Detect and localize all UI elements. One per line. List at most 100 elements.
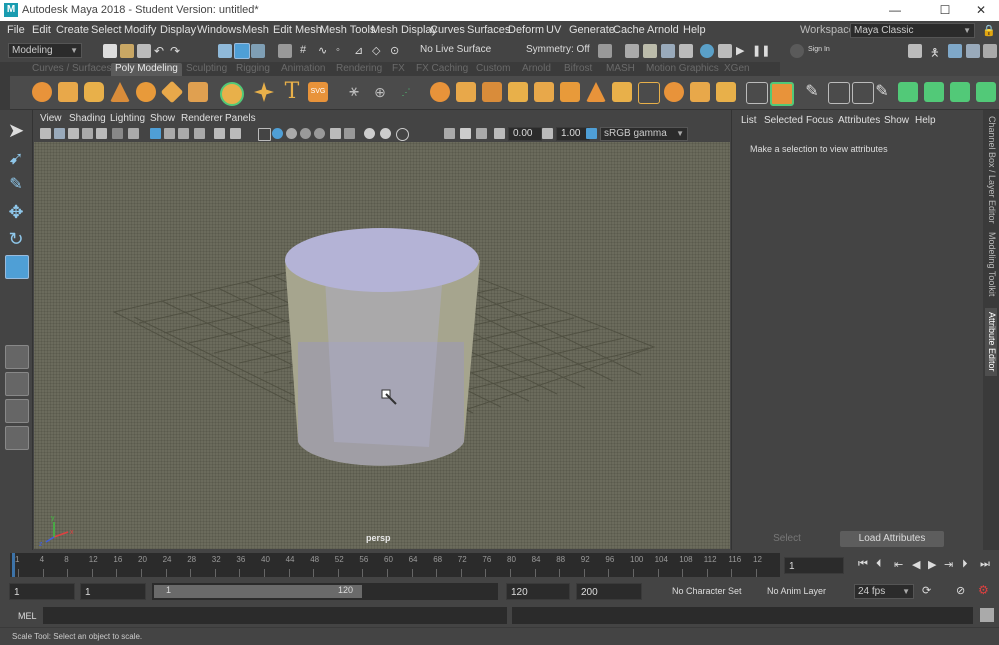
viewport-menu-renderer[interactable]: Renderer — [181, 113, 223, 124]
menu-surfaces[interactable]: Surfaces — [467, 24, 510, 36]
snap-surface-icon[interactable]: ◇ — [372, 44, 386, 58]
menu-cache[interactable]: Cache — [613, 24, 645, 36]
lights-icon[interactable] — [314, 128, 325, 139]
four-view-icon[interactable] — [5, 372, 29, 396]
playback-end-field[interactable]: 120 — [506, 583, 570, 600]
snap-view-icon[interactable]: ⊿ — [354, 44, 368, 58]
poly-torus-icon[interactable] — [136, 82, 156, 102]
wireframe-on-shaded-icon[interactable] — [286, 128, 297, 139]
shelf-tab-bifrost[interactable]: Bifrost — [560, 63, 596, 76]
shelf-tab-arnold[interactable]: Arnold — [518, 63, 555, 76]
xray-icon[interactable] — [460, 128, 471, 139]
film-gate-icon[interactable] — [150, 128, 161, 139]
shelf-tab-rendering[interactable]: Rendering — [332, 63, 386, 76]
menu-select[interactable]: Select — [91, 24, 122, 36]
target-weld-icon[interactable] — [716, 82, 736, 102]
ipr-render-icon[interactable] — [661, 44, 675, 58]
boolean-union-icon[interactable] — [924, 82, 944, 102]
poly-disc-icon[interactable] — [188, 82, 208, 102]
lock-icon[interactable]: 🔒 — [982, 24, 996, 37]
paint-selection-tool-icon[interactable]: ✎ — [5, 174, 27, 196]
shelf-handle[interactable] — [0, 62, 10, 110]
lock-selection-icon[interactable] — [278, 44, 292, 58]
color-management-icon[interactable] — [586, 128, 597, 139]
menu-uv[interactable]: UV — [546, 24, 561, 36]
viewport-menu-panels[interactable]: Panels — [225, 113, 256, 124]
boolean-intersect-icon[interactable] — [976, 82, 996, 102]
open-scene-icon[interactable] — [120, 44, 134, 58]
menu-help[interactable]: Help — [683, 24, 706, 36]
wireframe-icon[interactable] — [258, 128, 271, 141]
tab-channel-box[interactable]: Channel Box / Layer Editor — [985, 116, 997, 224]
viewport-menu-view[interactable]: View — [40, 113, 62, 124]
merge-icon[interactable] — [560, 82, 580, 102]
attr-menu-attributes[interactable]: Attributes — [838, 115, 880, 126]
colorspace-dropdown[interactable]: sRGB gamma ▼ — [600, 127, 688, 141]
menu-mesh[interactable]: Mesh — [242, 24, 269, 36]
bookmark-icon[interactable] — [68, 128, 79, 139]
select-tool-icon[interactable]: ➤ — [5, 120, 27, 142]
super-shape-icon[interactable] — [254, 82, 274, 102]
gamma-icon[interactable] — [542, 128, 553, 139]
current-frame-field[interactable]: 1 — [784, 557, 844, 574]
camera-attributes-icon[interactable] — [54, 128, 65, 139]
load-attributes-button[interactable]: Load Attributes — [840, 531, 944, 547]
tool-settings-icon[interactable] — [966, 44, 980, 58]
sculpt-icon[interactable]: ✎ — [872, 82, 892, 102]
shelf-tab-motion-graphics[interactable]: Motion Graphics — [642, 63, 723, 76]
grid-toggle-icon[interactable] — [128, 128, 139, 139]
shelf-tab-animation[interactable]: Animation — [277, 63, 329, 76]
step-back-frame-icon[interactable]: ⇤ — [894, 558, 903, 571]
command-input[interactable] — [43, 607, 507, 624]
tab-modeling-toolkit[interactable]: Modeling Toolkit — [985, 232, 997, 296]
sign-in-label[interactable]: Sign In — [808, 46, 830, 53]
attr-menu-help[interactable]: Help — [915, 115, 936, 126]
menu-generate[interactable]: Generate — [569, 24, 615, 36]
attr-menu-list[interactable]: List — [741, 115, 757, 126]
menu-display[interactable]: Display — [160, 24, 196, 36]
ambient-occlusion-icon[interactable] — [344, 128, 355, 139]
auto-key-icon[interactable]: ⊘ — [956, 584, 965, 597]
workspace-dropdown[interactable]: Maya Classic ▼ — [850, 23, 975, 38]
play-render-icon[interactable]: ▶ — [736, 44, 750, 58]
channel-box-icon[interactable] — [983, 44, 997, 58]
extrude-icon[interactable] — [456, 82, 476, 102]
viewport-menu-shading[interactable]: Shading — [69, 113, 106, 124]
move-tool-icon[interactable]: ✥ — [5, 201, 27, 223]
shelf-tab-sculpting[interactable]: Sculpting — [182, 63, 231, 76]
select-camera-icon[interactable] — [40, 128, 51, 139]
shelf-tab-xgen[interactable]: XGen — [720, 63, 754, 76]
anti-aliasing-icon[interactable] — [380, 128, 391, 139]
poly-cylinder-icon[interactable] — [84, 82, 104, 102]
safe-action-icon[interactable] — [214, 128, 225, 139]
select-object-icon[interactable] — [234, 43, 250, 59]
maximize-button[interactable]: ☐ — [930, 2, 960, 18]
depth-of-field-icon[interactable] — [396, 128, 409, 141]
poke-icon[interactable] — [638, 82, 660, 104]
save-scene-icon[interactable] — [137, 44, 151, 58]
viewport-menu-show[interactable]: Show — [150, 113, 175, 124]
scale-tool-icon[interactable] — [5, 255, 29, 279]
redo-icon[interactable]: ↷ — [170, 44, 184, 58]
menu-file[interactable]: File — [7, 24, 25, 36]
snap-point-icon[interactable]: ◦ — [336, 44, 350, 58]
poly-cube-icon[interactable] — [58, 82, 78, 102]
shelf-tab-fx[interactable]: FX — [388, 63, 409, 76]
shelf-tab-poly-modeling[interactable]: Poly Modeling — [111, 63, 182, 76]
perspective-viewport[interactable]: x y z M persp — [34, 142, 730, 549]
hypershade-icon[interactable] — [700, 44, 714, 58]
arnold-render-icon[interactable] — [718, 44, 732, 58]
quad-draw-icon[interactable] — [690, 82, 710, 102]
play-backwards-icon[interactable]: ◀ — [912, 558, 920, 571]
menuset-dropdown[interactable]: Modeling ▼ — [8, 43, 82, 58]
step-forward-frame-icon[interactable]: ⇥ — [944, 558, 953, 571]
make-live-icon[interactable]: ⊙ — [390, 44, 404, 58]
menu-mesh-tools[interactable]: Mesh Tools — [320, 24, 375, 36]
anim-layer-label[interactable]: No Anim Layer — [767, 586, 826, 596]
render-settings-icon[interactable] — [679, 44, 693, 58]
persp-outliner-icon[interactable] — [5, 399, 29, 423]
attr-menu-selected[interactable]: Selected — [764, 115, 803, 126]
poly-cone-icon[interactable] — [110, 82, 130, 102]
image-plane-icon[interactable] — [82, 128, 93, 139]
smooth-shade-icon[interactable] — [272, 128, 283, 139]
